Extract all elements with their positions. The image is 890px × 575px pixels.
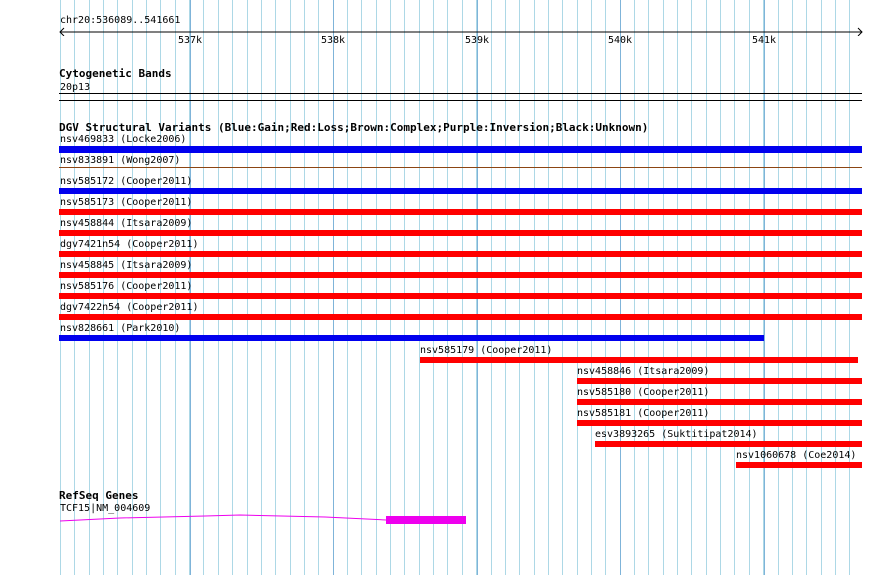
variant-label[interactable]: nsv585176 (Cooper2011) [60, 281, 192, 292]
variant-bar-complex[interactable] [59, 167, 862, 168]
tick-label: 538k [320, 35, 346, 46]
variant-label[interactable]: dgv7422n54 (Cooper2011) [60, 302, 198, 313]
variant-bar-gain[interactable] [59, 188, 862, 194]
variant-bar-loss[interactable] [59, 209, 862, 215]
variant-bar-loss[interactable] [59, 230, 862, 236]
variant-bar-loss[interactable] [59, 272, 862, 278]
dgv-track-title[interactable]: DGV Structural Variants (Blue:Gain;Red:L… [59, 122, 648, 134]
variant-label[interactable]: nsv585172 (Cooper2011) [60, 176, 192, 187]
variant-label[interactable]: nsv585180 (Cooper2011) [577, 387, 709, 398]
variant-bar-loss[interactable] [577, 378, 862, 384]
variant-bar-loss[interactable] [59, 251, 862, 257]
variant-label[interactable]: nsv458845 (Itsara2009) [60, 260, 192, 271]
variant-bar-loss[interactable] [59, 293, 862, 299]
gene-intron-line [59, 514, 387, 522]
variant-label[interactable]: nsv833891 (Wong2007) [60, 155, 180, 166]
tick-label: 539k [464, 35, 490, 46]
variant-label[interactable]: nsv1060678 (Coe2014) [736, 450, 856, 461]
refseq-track-title[interactable]: RefSeq Genes [59, 490, 138, 502]
variant-bar-loss[interactable] [420, 357, 858, 363]
variant-label[interactable]: dgv7421n54 (Cooper2011) [60, 239, 198, 250]
cytoband-line[interactable] [59, 93, 862, 94]
variant-bar-loss[interactable] [59, 314, 862, 320]
variant-label[interactable]: nsv828661 (Park2010) [60, 323, 180, 334]
variant-bar-loss[interactable] [595, 441, 862, 447]
variant-bar-loss[interactable] [577, 420, 862, 426]
gene-model[interactable] [0, 510, 890, 530]
variant-label[interactable]: nsv458846 (Itsara2009) [577, 366, 709, 377]
variant-label[interactable]: nsv469833 (Locke2006) [60, 134, 186, 145]
variant-label[interactable]: nsv585173 (Cooper2011) [60, 197, 192, 208]
variant-bar-loss[interactable] [736, 462, 862, 468]
cytoband-track-title[interactable]: Cytogenetic Bands [59, 68, 172, 80]
variant-label[interactable]: nsv585179 (Cooper2011) [420, 345, 552, 356]
tick-label: 540k [607, 35, 633, 46]
variant-bar-gain[interactable] [59, 146, 862, 153]
variant-bar-gain[interactable] [59, 335, 764, 341]
variant-bar-loss[interactable] [577, 399, 862, 405]
variant-label[interactable]: esv3893265 (Suktitipat2014) [595, 429, 758, 440]
tick-label: 537k [177, 35, 203, 46]
tick-label: 541k [751, 35, 777, 46]
cytoband-line[interactable] [59, 100, 862, 101]
variant-label[interactable]: nsv458844 (Itsara2009) [60, 218, 192, 229]
variant-label[interactable]: nsv585181 (Cooper2011) [577, 408, 709, 419]
gene-exon [386, 516, 466, 524]
cytoband-label: 20p13 [60, 82, 91, 93]
